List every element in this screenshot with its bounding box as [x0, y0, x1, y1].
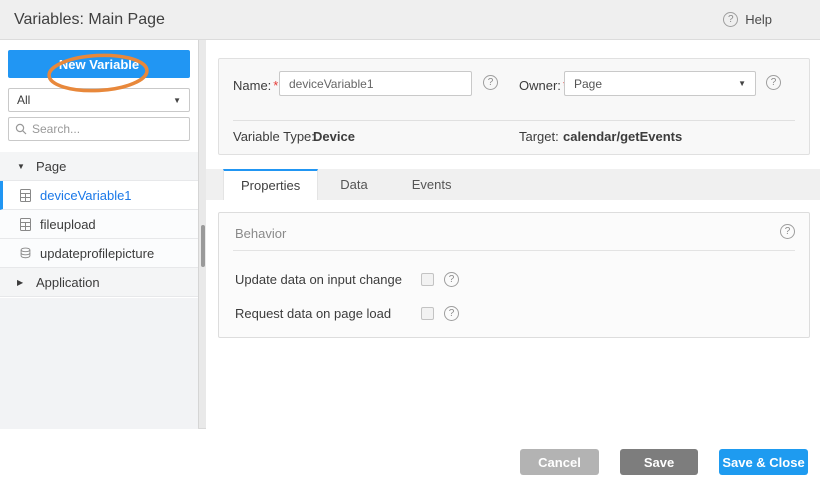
new-variable-button[interactable]: New Variable — [8, 50, 190, 78]
variables-tree: ▼ Page deviceVariable1 fileupload updat — [0, 152, 198, 297]
help-button[interactable]: ? Help — [723, 12, 772, 27]
checkbox-label: Request data on page load — [235, 306, 421, 321]
tab-events[interactable]: Events — [390, 169, 474, 200]
tree-item-updateprofilepicture[interactable]: updateprofilepicture — [0, 239, 198, 268]
tree-item-label: fileupload — [40, 217, 96, 232]
triangle-right-icon: ▶ — [17, 278, 27, 287]
target-label: Target: — [519, 129, 559, 144]
tree-item-fileupload[interactable]: fileupload — [0, 210, 198, 239]
name-field[interactable] — [279, 71, 472, 96]
cancel-button[interactable]: Cancel — [520, 449, 599, 475]
tree-item-label: deviceVariable1 — [40, 188, 132, 203]
checkbox-help-icon[interactable]: ? — [444, 306, 459, 321]
filter-selected-value: All — [17, 93, 30, 107]
target-value: calendar/getEvents — [563, 129, 682, 144]
tree-empty-area — [0, 298, 198, 429]
variable-type-label: Variable Type: — [233, 129, 315, 144]
tree-item-devicevariable1[interactable]: deviceVariable1 — [0, 181, 198, 210]
chevron-down-icon: ▼ — [173, 96, 181, 105]
detail-tabs: Properties Data Events — [206, 169, 820, 200]
variable-filter-select[interactable]: All ▼ — [8, 88, 190, 112]
owner-help-icon[interactable]: ? — [766, 75, 781, 90]
owner-selected-value: Page — [574, 77, 602, 91]
page-title: Variables: Main Page — [14, 11, 165, 29]
variables-sidebar: New Variable All ▼ ▼ Page deviceVariable… — [0, 40, 206, 429]
tree-group-label: Page — [36, 159, 66, 174]
required-marker: * — [273, 78, 278, 93]
search-input[interactable] — [32, 122, 183, 136]
update-data-checkbox[interactable] — [421, 273, 434, 286]
behavior-help-icon[interactable]: ? — [780, 224, 795, 239]
behavior-title: Behavior — [235, 226, 286, 241]
behavior-divider — [233, 250, 795, 251]
variable-search — [8, 117, 190, 141]
update-data-on-input-change-row: Update data on input change ? — [235, 272, 459, 287]
checkbox-label: Update data on input change — [235, 272, 421, 287]
tab-data[interactable]: Data — [318, 169, 389, 200]
triangle-down-icon: ▼ — [17, 162, 27, 171]
variables-dialog: Variables: Main Page ? Help New Variable… — [0, 0, 820, 486]
device-variable-icon — [20, 218, 31, 231]
variable-detail-panel: Name:* ? Owner:* Page ▼ ? Variable Type:… — [206, 40, 820, 429]
help-label: Help — [745, 12, 772, 27]
name-help-icon[interactable]: ? — [483, 75, 498, 90]
tree-group-label: Application — [36, 275, 100, 290]
tree-group-page[interactable]: ▼ Page — [0, 152, 198, 181]
owner-label: Owner:* — [519, 78, 568, 93]
checkbox-help-icon[interactable]: ? — [444, 272, 459, 287]
variable-summary-form: Name:* ? Owner:* Page ▼ ? Variable Type:… — [218, 58, 810, 155]
request-data-on-page-load-row: Request data on page load ? — [235, 306, 459, 321]
tree-group-application[interactable]: ▶ Application — [0, 268, 198, 297]
save-and-close-button[interactable]: Save & Close — [719, 449, 808, 475]
form-divider — [233, 120, 795, 121]
variable-type-value: Device — [313, 129, 355, 144]
save-button[interactable]: Save — [620, 449, 698, 475]
owner-select[interactable]: Page ▼ — [564, 71, 756, 96]
tree-item-label: updateprofilepicture — [40, 246, 154, 261]
service-variable-icon — [20, 247, 31, 259]
search-icon — [15, 123, 27, 135]
device-variable-icon — [20, 189, 31, 202]
question-circle-icon: ? — [723, 12, 738, 27]
sidebar-scrollbar[interactable] — [198, 40, 206, 428]
scrollbar-thumb[interactable] — [201, 225, 205, 267]
dialog-header: Variables: Main Page ? Help — [0, 0, 820, 40]
tab-properties[interactable]: Properties — [223, 169, 318, 200]
name-label: Name:* — [233, 78, 278, 93]
behavior-section: Behavior ? Update data on input change ?… — [218, 212, 810, 338]
dialog-footer: Cancel Save Save & Close — [0, 430, 820, 486]
chevron-down-icon: ▼ — [738, 79, 746, 88]
request-data-checkbox[interactable] — [421, 307, 434, 320]
